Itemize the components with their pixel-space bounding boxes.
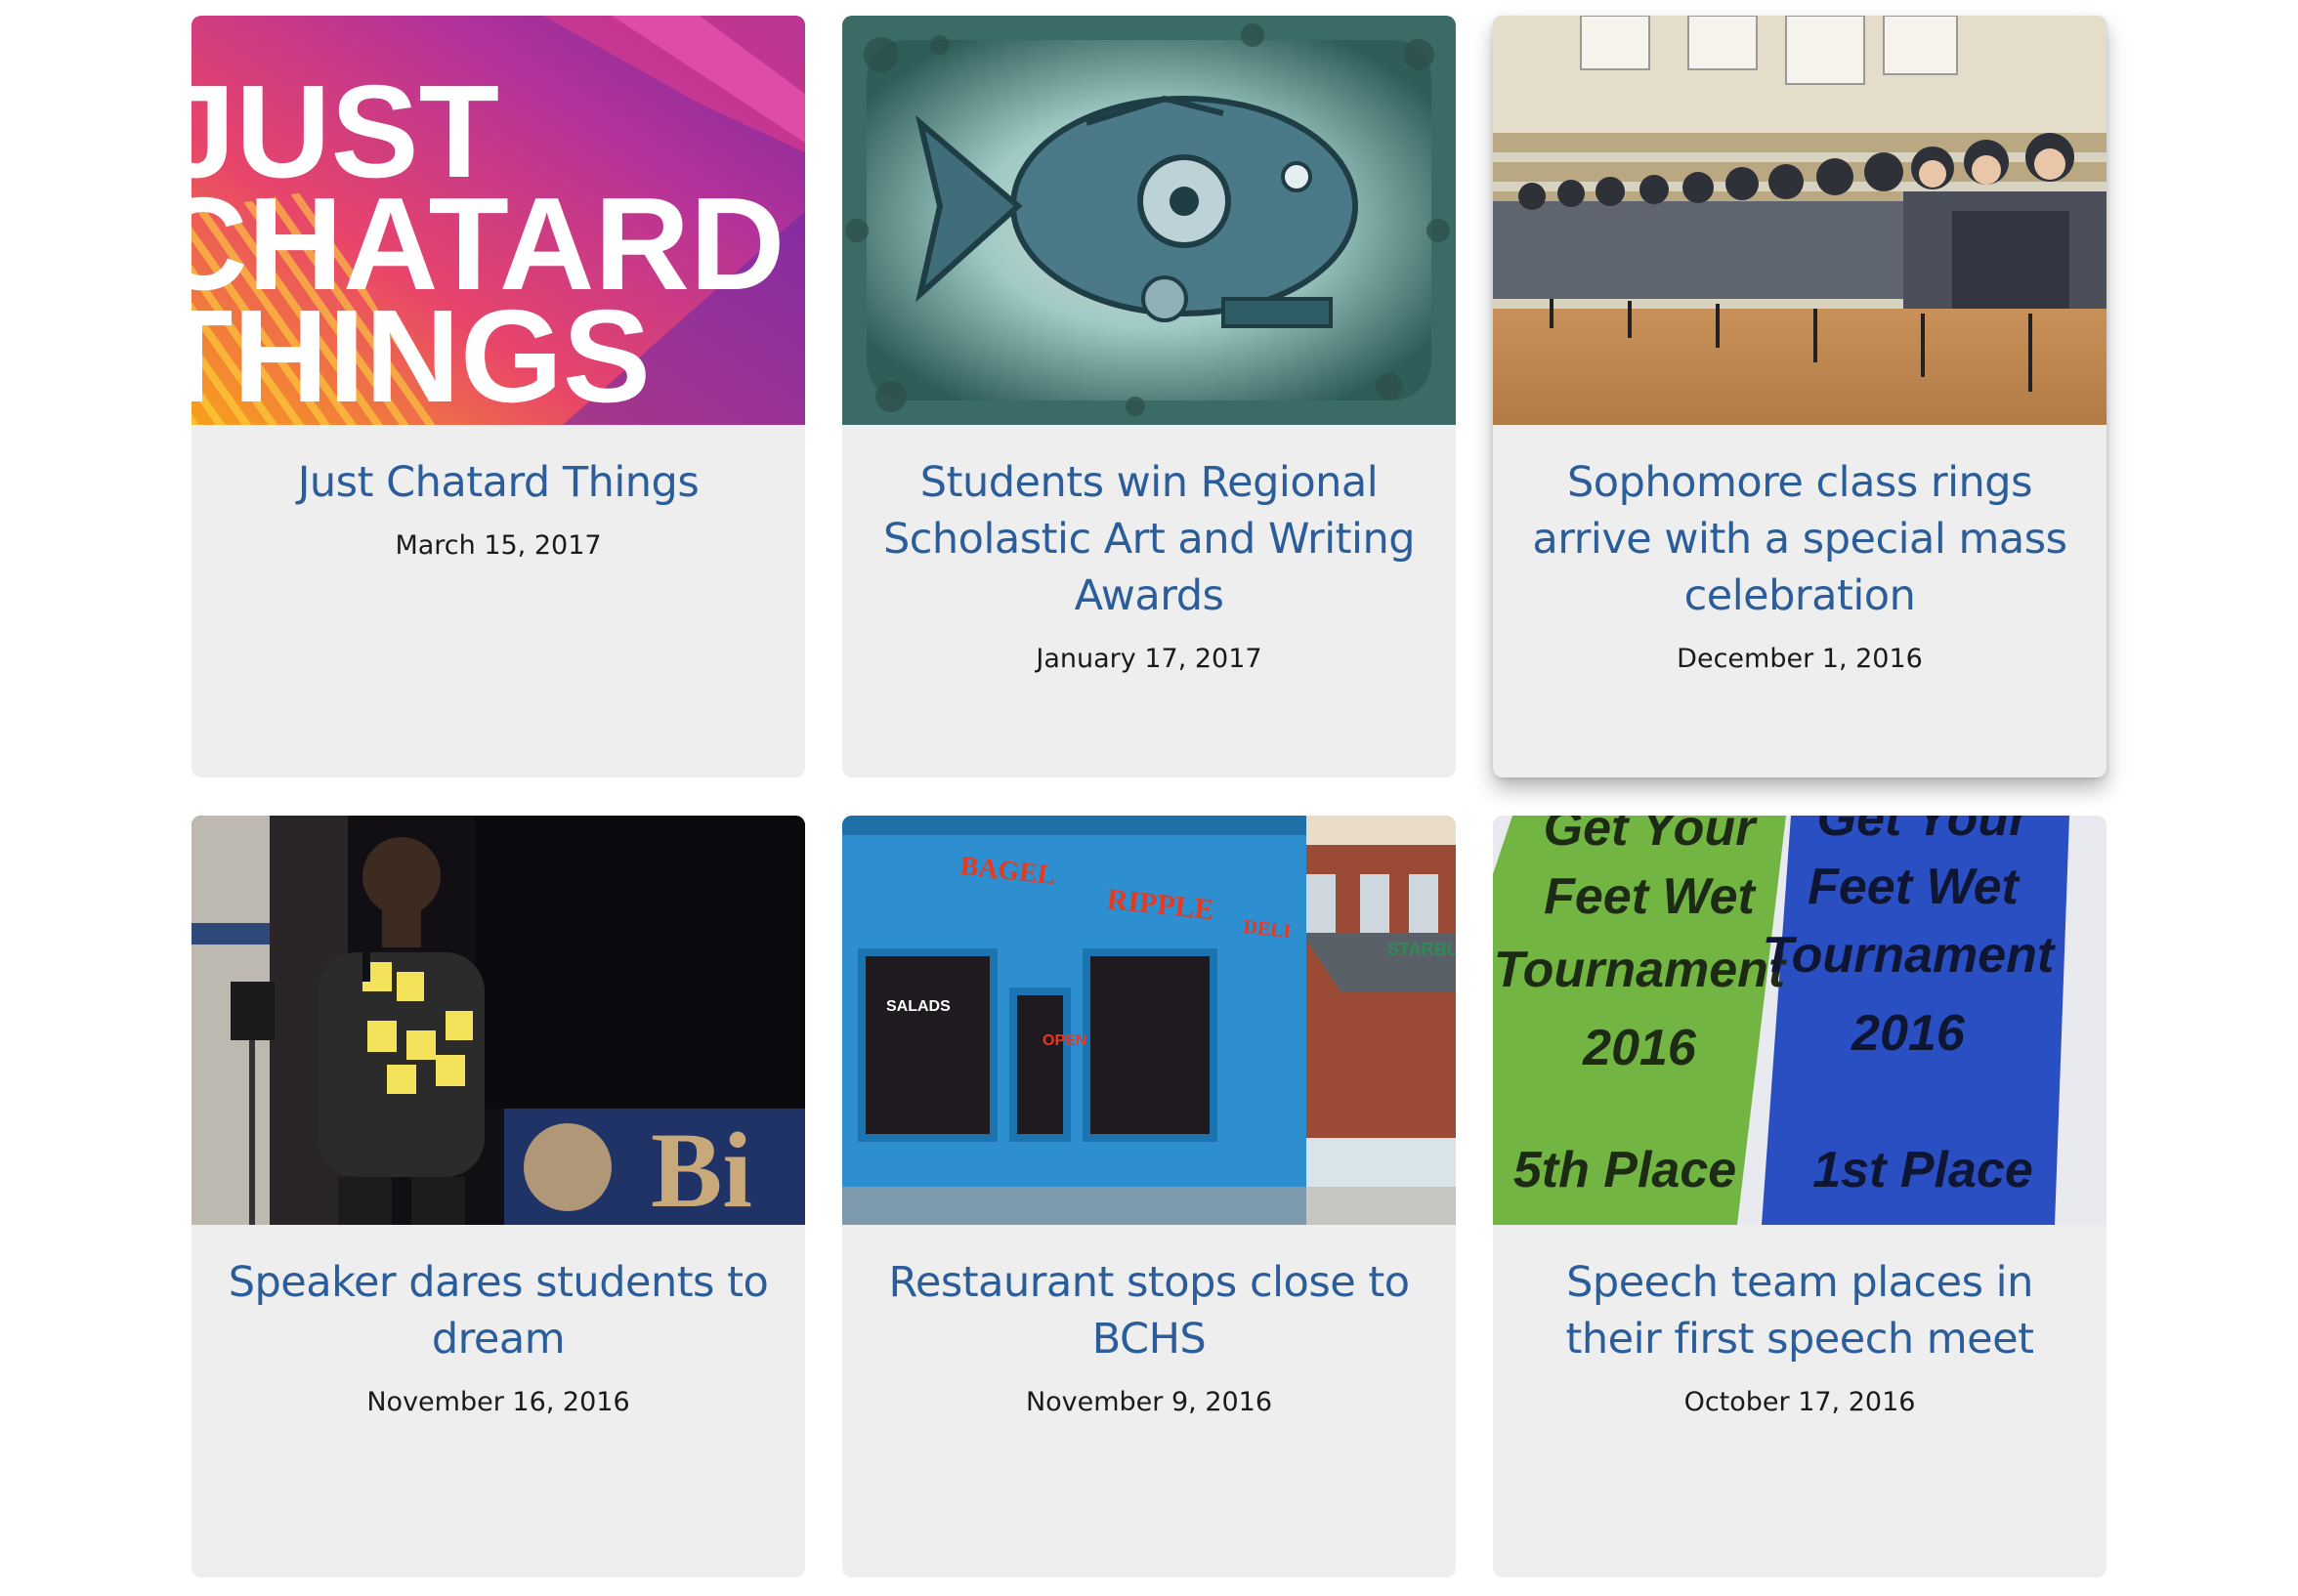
article-thumbnail[interactable]: STARBUCKS BAGEL RIPPLE DELI SALADS OPEN — [842, 816, 1456, 1225]
article-card[interactable]: Sophomore class rings arrive with a spec… — [1493, 16, 2106, 777]
article-date: October 17, 2016 — [1683, 1387, 1916, 1417]
article-title-link[interactable]: Speaker dares students to dream — [227, 1254, 770, 1367]
article-card[interactable]: STARBUCKS BAGEL RIPPLE DELI SALADS OPEN — [842, 816, 1456, 1577]
article-card[interactable]: JUST CHATARD THINGS Just Chatard Things … — [192, 16, 805, 777]
article-title-link[interactable]: Students win Regional Scholastic Art and… — [877, 454, 1421, 624]
article-title-link[interactable]: Sophomore class rings arrive with a spec… — [1528, 454, 2071, 624]
article-title-link[interactable]: Speech team places in their first speech… — [1528, 1254, 2071, 1367]
article-thumbnail[interactable] — [1493, 16, 2106, 425]
svg-text:STARBUCKS: STARBUCKS — [1387, 940, 1456, 959]
article-date: December 1, 2016 — [1677, 644, 1923, 674]
article-title-link[interactable]: Restaurant stops close to BCHS — [877, 1254, 1421, 1367]
svg-text:Bi: Bi — [651, 1111, 752, 1225]
article-thumbnail[interactable]: Get Your Feet Wet Tournament 2016 5th Pl… — [1493, 816, 2106, 1225]
svg-text:Tournament: Tournament — [1763, 927, 2057, 984]
svg-text:2016: 2016 — [1582, 1020, 1697, 1076]
svg-text:1st Place: 1st Place — [1812, 1142, 2033, 1198]
article-card[interactable]: Students win Regional Scholastic Art and… — [842, 16, 1456, 777]
article-date: November 16, 2016 — [366, 1387, 630, 1417]
svg-text:SALADS: SALADS — [886, 998, 951, 1015]
svg-text:5th Place: 5th Place — [1513, 1142, 1736, 1198]
articles-grid: JUST CHATARD THINGS Just Chatard Things … — [192, 16, 2106, 1577]
article-thumbnail[interactable]: JUST CHATARD THINGS — [192, 16, 805, 425]
article-date: November 9, 2016 — [1025, 1387, 1273, 1417]
article-date: March 15, 2017 — [395, 530, 602, 561]
svg-text:Tournament: Tournament — [1494, 942, 1788, 998]
svg-text:Get Your: Get Your — [1817, 816, 2031, 847]
svg-text:2016: 2016 — [1851, 1005, 1966, 1062]
article-title-link[interactable]: Just Chatard Things — [227, 454, 770, 511]
svg-text:THINGS: THINGS — [192, 282, 651, 425]
svg-text:OPEN: OPEN — [1043, 1032, 1086, 1049]
svg-text:Get Your: Get Your — [1544, 816, 1758, 857]
svg-text:Feet Wet: Feet Wet — [1544, 868, 1757, 925]
article-date: January 17, 2017 — [1036, 644, 1262, 674]
svg-text:Feet Wet: Feet Wet — [1808, 859, 2021, 915]
article-thumbnail[interactable] — [842, 16, 1456, 425]
article-card[interactable]: Bi Speaker dares students to dream Novem… — [192, 816, 805, 1577]
article-card[interactable]: Get Your Feet Wet Tournament 2016 5th Pl… — [1493, 816, 2106, 1577]
article-thumbnail[interactable]: Bi — [192, 816, 805, 1225]
